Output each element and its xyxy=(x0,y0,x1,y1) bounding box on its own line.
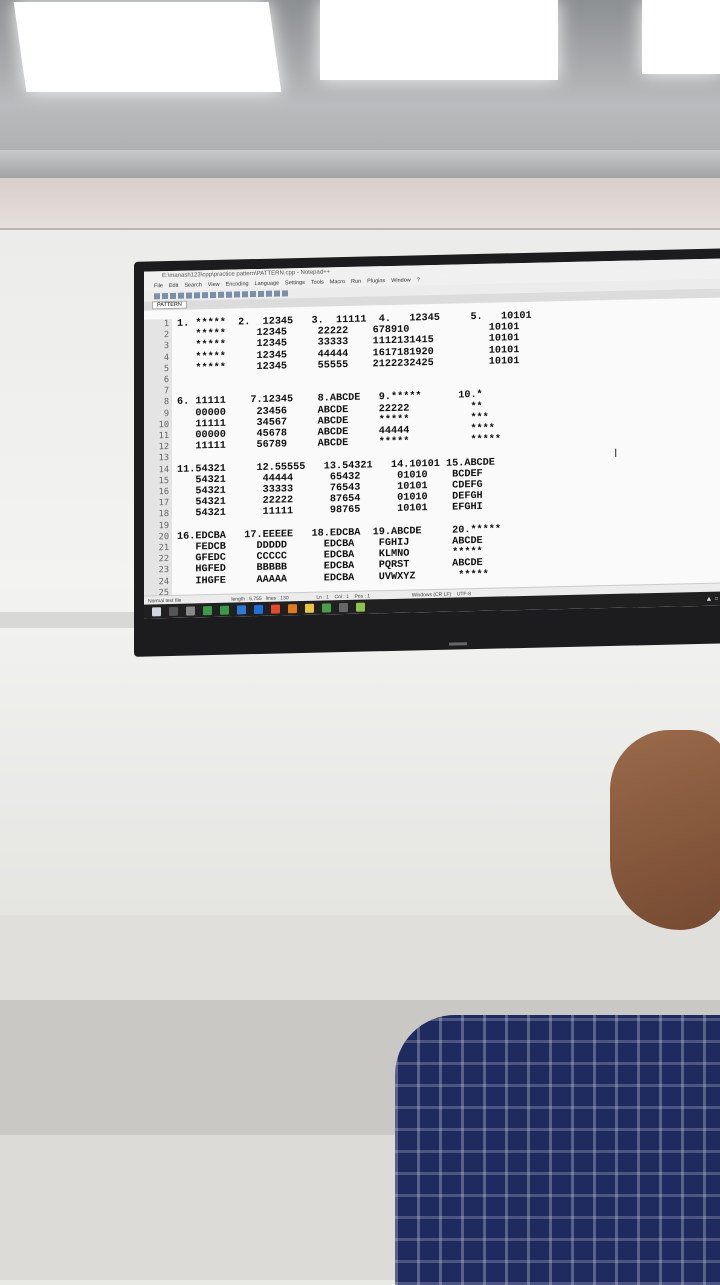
folder-icon[interactable] xyxy=(305,603,314,613)
line-number: 18 xyxy=(158,509,169,520)
line-number: 7 xyxy=(163,386,169,397)
system-tray-icon[interactable]: ▲ ○ ♪ xyxy=(705,595,720,602)
line-number: 2 xyxy=(163,330,169,341)
play-macro-icon[interactable] xyxy=(282,290,288,297)
code-text[interactable]: 1. ***** 2. 12345 3. 11111 4. 12345 5. 1… xyxy=(172,306,720,596)
line-number: 11 xyxy=(158,431,169,442)
line-number: 8 xyxy=(163,397,169,408)
menu-item[interactable]: Language xyxy=(255,281,279,288)
task-view-icon[interactable] xyxy=(186,605,195,616)
line-number: 5 xyxy=(163,363,169,374)
app-icon[interactable] xyxy=(322,602,331,613)
line-number: 24 xyxy=(158,576,169,587)
line-number: 9 xyxy=(163,408,169,419)
line-number: 15 xyxy=(158,475,169,487)
save-all-icon[interactable] xyxy=(178,292,184,299)
line-number: 17 xyxy=(158,498,169,509)
line-number: 14 xyxy=(158,464,169,475)
search-icon[interactable] xyxy=(169,606,178,616)
print-icon[interactable] xyxy=(194,292,200,299)
line-number-gutter: 1 2 3 4 5 6 7 8 9 10 11 12 13 14 15 16 17 18 19 20 21 22 23 24 2… xyxy=(144,318,172,598)
find-icon[interactable] xyxy=(242,291,248,298)
zoom-in-icon[interactable] xyxy=(258,290,264,297)
line-number: 12 xyxy=(158,442,169,453)
redo-icon[interactable] xyxy=(234,291,240,298)
start-icon[interactable] xyxy=(152,606,161,616)
paste-icon[interactable] xyxy=(218,291,224,298)
wall-monitor: E:\manash123\cpp\practice pattern\PATTER… xyxy=(134,248,720,657)
open-file-icon[interactable] xyxy=(162,293,168,300)
line-number: 21 xyxy=(158,543,169,554)
ceiling-light xyxy=(320,0,558,80)
menu-item[interactable]: Tools xyxy=(311,280,324,286)
line-number: 23 xyxy=(158,565,169,576)
ceiling-light xyxy=(642,0,720,74)
zoom-out-icon[interactable] xyxy=(266,290,272,297)
floor-step xyxy=(0,915,720,1005)
browser-icon[interactable] xyxy=(254,604,263,614)
ceiling-beam xyxy=(0,150,720,180)
app-icon[interactable] xyxy=(220,605,229,615)
menu-item[interactable]: Encoding xyxy=(226,281,249,288)
brave-icon[interactable] xyxy=(271,603,280,614)
menu-item[interactable]: Run xyxy=(351,279,361,285)
menu-item[interactable]: ? xyxy=(417,277,420,283)
cut-icon[interactable] xyxy=(202,292,208,299)
record-macro-icon[interactable] xyxy=(274,290,280,297)
notepad-icon[interactable] xyxy=(356,602,365,612)
menu-item[interactable]: Edit xyxy=(169,283,178,289)
text-cursor-icon: I xyxy=(614,445,618,460)
line-number: 6 xyxy=(163,375,169,386)
line-number: 16 xyxy=(158,487,169,498)
line-number: 20 xyxy=(158,531,169,543)
undo-icon[interactable] xyxy=(226,291,232,298)
person-shirt xyxy=(395,1015,720,1285)
menu-item[interactable]: Settings xyxy=(285,280,305,286)
monitor-logo xyxy=(449,642,467,646)
menu-item[interactable]: Plugins xyxy=(367,278,385,284)
replace-icon[interactable] xyxy=(250,291,256,298)
line-number: 3 xyxy=(163,341,169,352)
menu-item[interactable]: File xyxy=(154,283,163,289)
app-icon[interactable] xyxy=(203,605,212,615)
ceiling-light xyxy=(13,2,282,92)
line-number: 22 xyxy=(158,554,169,565)
close-icon[interactable] xyxy=(186,292,192,299)
app-icon[interactable] xyxy=(339,602,348,612)
line-number: 1 xyxy=(163,319,169,330)
line-number: 4 xyxy=(163,352,169,363)
person-hand xyxy=(610,730,720,930)
editor-area[interactable]: 1 2 3 4 5 6 7 8 9 10 11 12 13 14 15 16 17 18 19 20 21 22 23 24 2… xyxy=(144,306,720,598)
save-icon[interactable] xyxy=(170,292,176,299)
line-number: 10 xyxy=(158,419,169,431)
window-strip xyxy=(0,178,720,232)
monitor-screen: E:\manash123\cpp\practice pattern\PATTER… xyxy=(144,258,720,619)
menu-item[interactable]: Macro xyxy=(330,279,345,285)
edge-icon[interactable] xyxy=(237,604,246,614)
firefox-icon[interactable] xyxy=(288,603,297,613)
tab-pattern[interactable]: PATTERN xyxy=(152,300,187,310)
copy-icon[interactable] xyxy=(210,291,216,299)
menu-item[interactable]: Window xyxy=(391,278,411,284)
menu-item[interactable]: View xyxy=(208,282,220,288)
menu-item[interactable]: Search xyxy=(184,282,201,288)
wall-ledge xyxy=(0,612,140,628)
line-number: 13 xyxy=(158,453,169,464)
new-file-icon[interactable] xyxy=(154,293,160,300)
line-number: 19 xyxy=(158,520,169,531)
